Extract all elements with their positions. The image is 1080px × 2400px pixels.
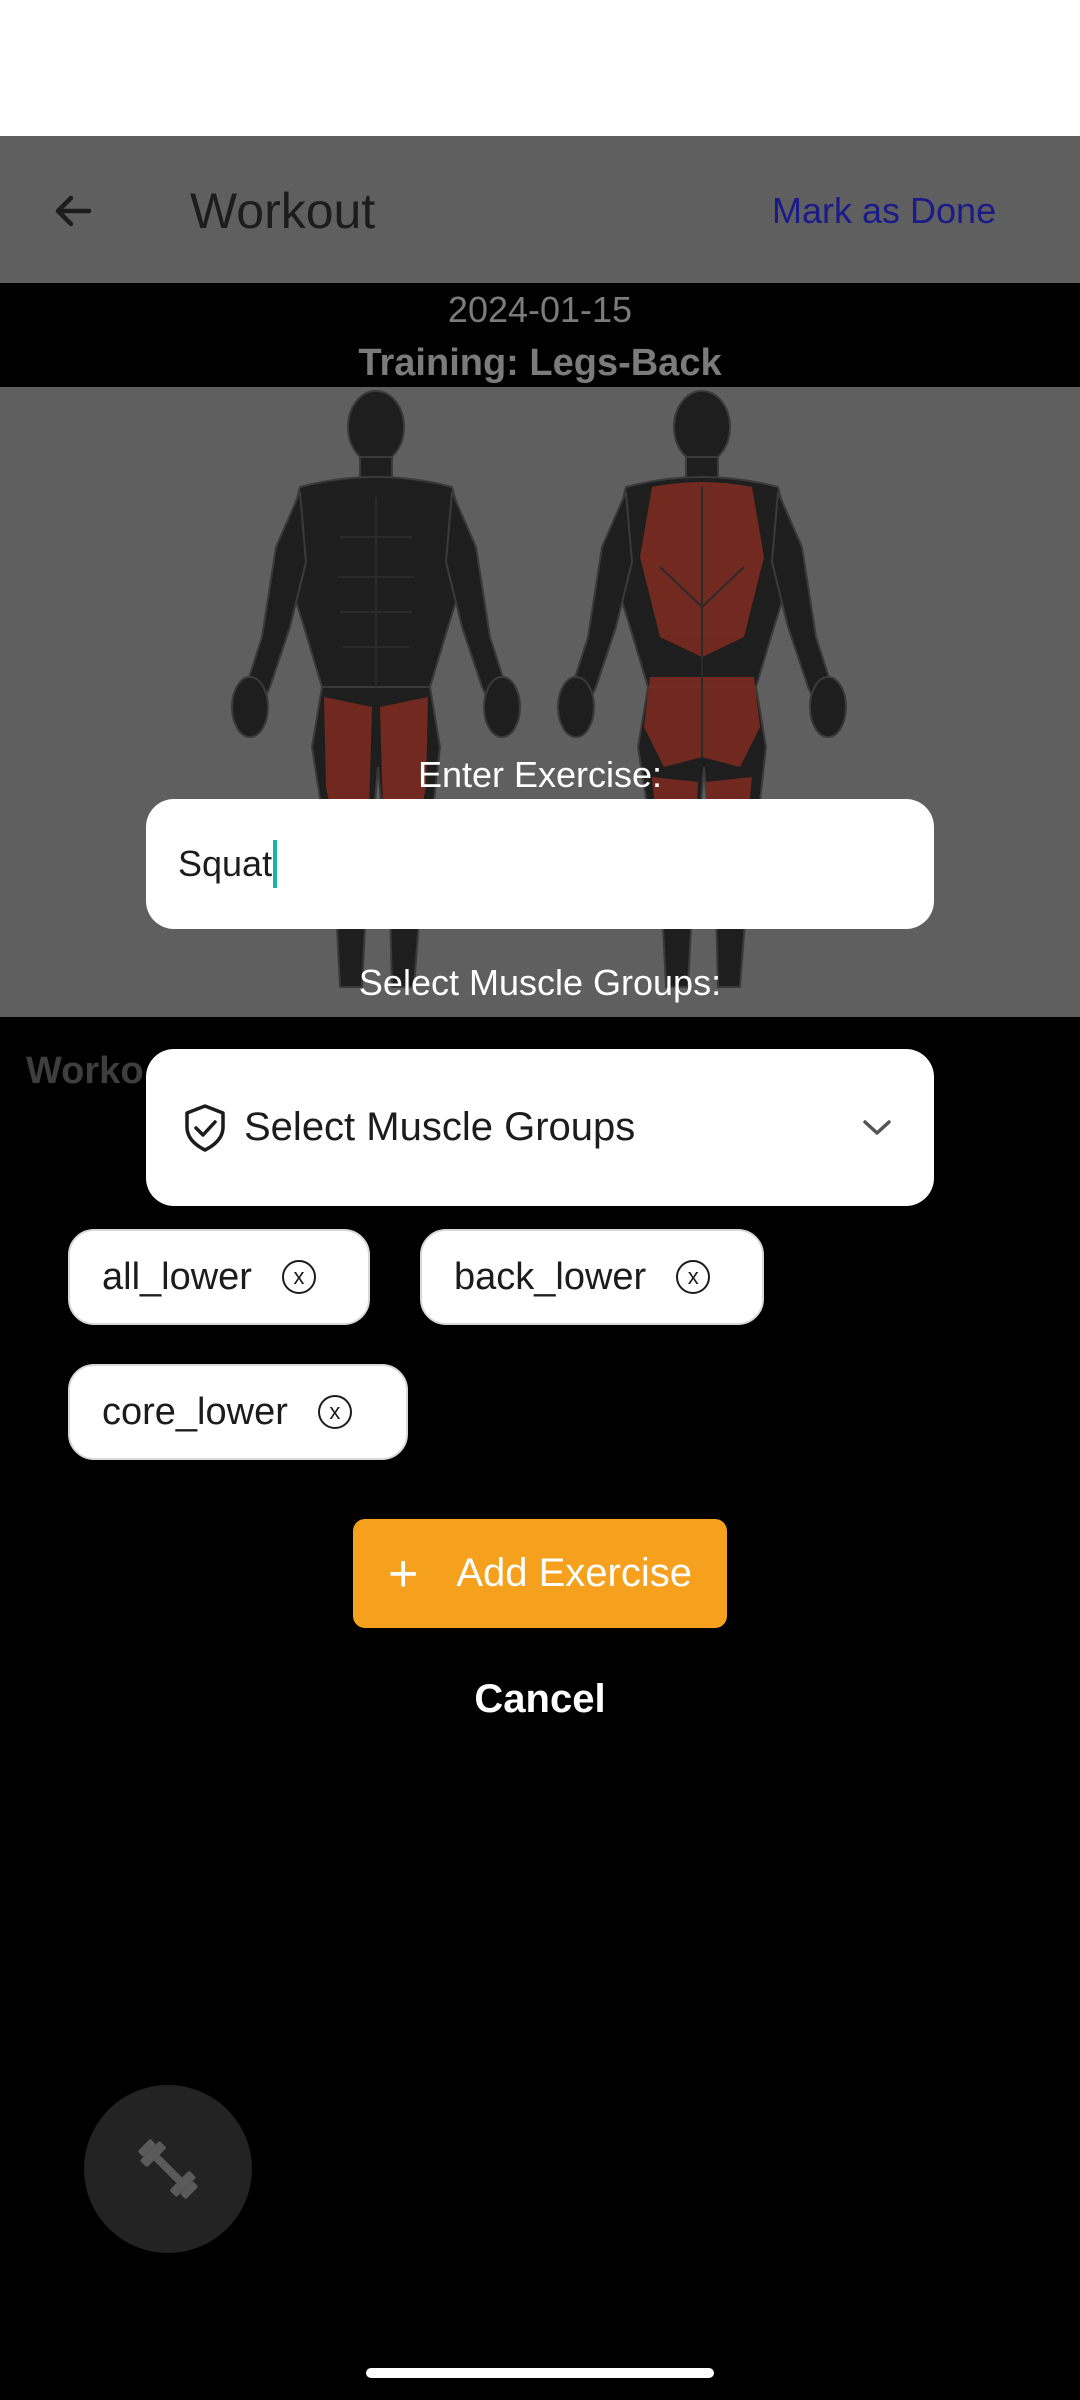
muscle-groups-select-placeholder: Select Muscle Groups (244, 1105, 636, 1149)
exercise-input-value: Squat (178, 843, 273, 884)
workout-section-label: Worko (26, 1050, 144, 1092)
muscle-chip-back-lower: back_lower x (420, 1229, 764, 1325)
muscle-groups-select[interactable]: Select Muscle Groups (146, 1049, 934, 1206)
dumbbell-icon (138, 2139, 198, 2199)
exercise-label: Enter Exercise: (417, 754, 663, 795)
arrow-back-icon (55, 195, 92, 227)
muscle-chip-all-lower: all_lower x (68, 1229, 370, 1325)
chevron-down-icon (863, 1119, 891, 1135)
add-exercise-button[interactable]: + Add Exercise (353, 1519, 727, 1628)
muscle-chip-core-lower: core_lower x (68, 1364, 408, 1460)
remove-chip-icon[interactable]: x (317, 1395, 352, 1429)
remove-chip-icon[interactable]: x (676, 1260, 711, 1294)
workout-date: 2024-01-15 (447, 289, 633, 330)
training-title: Training: Legs-Back (358, 342, 722, 384)
mark-as-done-button[interactable]: Mark as Done (772, 186, 996, 236)
shield-check-icon (185, 1103, 225, 1152)
fab-button[interactable] (84, 2085, 252, 2253)
cancel-button[interactable]: Cancel (0, 1672, 1080, 1726)
exercise-input[interactable]: Squat (146, 799, 934, 929)
add-exercise-label: Add Exercise (456, 1551, 693, 1595)
chip-label: all_lower (102, 1255, 252, 1298)
chip-label: core_lower (102, 1390, 288, 1433)
muscle-groups-label: Select Muscle Groups: (358, 962, 722, 1003)
status-bar (0, 0, 1080, 136)
chip-label: back_lower (454, 1255, 647, 1298)
page-title: Workout (190, 183, 376, 239)
home-indicator[interactable] (366, 2368, 714, 2378)
plus-icon: + (387, 1544, 419, 1603)
text-caret (273, 840, 278, 888)
back-button[interactable] (40, 178, 106, 244)
remove-chip-icon[interactable]: x (281, 1260, 316, 1294)
